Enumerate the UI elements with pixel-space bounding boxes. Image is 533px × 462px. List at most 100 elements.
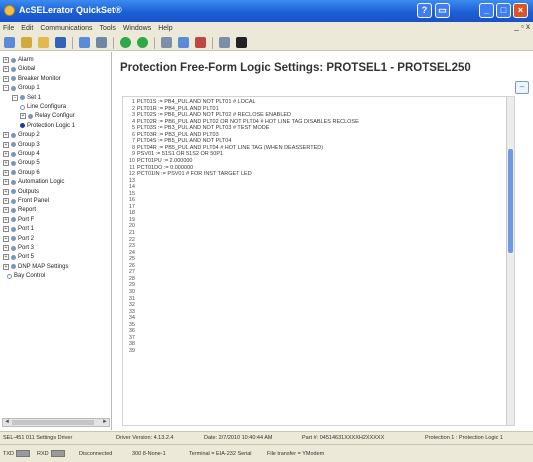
open-icon[interactable] [4,37,15,48]
code-line[interactable]: 35 [123,322,137,328]
floppy-icon[interactable] [55,37,66,48]
code-line[interactable]: 15 [123,191,137,197]
code-line[interactable]: 11 PCT01DO := 0.000000 [123,165,193,171]
receive-icon[interactable] [195,37,206,48]
code-line[interactable]: 17 [123,204,137,210]
expand-icon[interactable]: + [3,57,9,63]
send-icon[interactable] [178,37,189,48]
code-line[interactable]: 22 [123,237,137,243]
settings-icon[interactable] [161,37,172,48]
menu-item-help[interactable]: Help [158,25,172,32]
tree-item-global[interactable]: + Global [3,65,35,73]
code-line[interactable]: 34 [123,315,137,321]
expand-icon[interactable]: + [3,263,9,270]
tree-item-bay-control[interactable]: Bay Control [7,272,45,280]
tree-item-port-1[interactable]: + Port 1 [3,225,34,233]
tree-item-group-5[interactable]: + Group 5 [3,159,40,167]
expand-icon[interactable]: + [3,198,9,204]
code-line[interactable]: 16 [123,197,137,203]
tree-item-set-1[interactable]: − Set 1 [12,94,41,102]
code-line[interactable]: 1 PLT01S := PB4_PUL AND NOT PLT01 # LOCAL [123,99,256,105]
tree-item-protection-logic-1[interactable]: Protection Logic 1 [20,122,75,130]
expand-icon[interactable]: + [3,245,9,251]
code-line[interactable]: 36 [123,328,137,334]
expand-icon[interactable]: + [3,160,9,167]
expand-icon[interactable]: + [3,151,9,157]
menu-item-edit[interactable]: Edit [21,25,33,32]
expand-icon[interactable]: + [3,235,9,242]
code-line[interactable]: 3 PLT02S := PB6_PUL AND NOT PLT02 # RECLO… [123,112,291,118]
scroll-right-icon[interactable]: ► [101,419,109,426]
menu-item-communications[interactable]: Communications [40,25,92,32]
folder-icon[interactable] [38,37,49,48]
minimize-button[interactable]: _ [479,3,494,18]
expand-icon[interactable]: + [3,132,9,139]
mdi-controls[interactable]: _ ▫ x [514,22,530,31]
code-line[interactable]: 5 PLT03S := PB3_PUL AND NOT PLT03 # TEST … [123,125,269,131]
expand-icon[interactable]: + [3,254,9,261]
expand-icon[interactable]: + [3,179,9,186]
save-icon[interactable] [21,37,32,48]
scroll-left-icon[interactable]: ◄ [3,419,11,426]
code-line[interactable]: 2 PLT01R := PB4_PUL AND PLT01 [123,106,219,112]
tree-item-group-3[interactable]: + Group 3 [3,141,40,149]
code-line[interactable]: 25 [123,256,137,262]
expand-icon[interactable]: + [20,113,26,120]
code-line[interactable]: 21 [123,230,137,236]
tree-item-group-6[interactable]: + Group 6 [3,169,40,177]
tree-item-front-panel[interactable]: + Front Panel [3,197,49,205]
code-line[interactable]: 7 PLT04S := PB5_PUL AND NOT PLT04 [123,138,231,144]
code-line[interactable]: 10 PCT01PU := 2.000000 [123,158,193,164]
menu-item-tools[interactable]: Tools [99,25,115,32]
tree-item-group-2[interactable]: + Group 2 [3,131,40,139]
expand-icon[interactable]: + [3,207,9,214]
expand-icon[interactable]: + [3,169,9,176]
tree-item-port-3[interactable]: + Port 3 [3,244,34,252]
code-line[interactable]: 19 [123,217,137,223]
expand-icon[interactable]: + [3,188,9,195]
tree-item-group-1[interactable]: − Group 1 [3,84,40,92]
collapse-icon[interactable]: − [12,94,18,101]
code-line[interactable]: 31 [123,296,137,302]
close-button[interactable]: × [513,3,528,18]
connect-icon[interactable] [219,37,230,48]
code-line[interactable]: 32 [123,302,137,308]
tree-item-port-2[interactable]: + Port 2 [3,235,34,243]
editor-vertical-scrollbar[interactable] [506,97,514,425]
code-line[interactable]: 14 [123,184,137,190]
expand-icon[interactable]: + [3,226,9,233]
tree-item-group-4[interactable]: + Group 4 [3,150,40,158]
expand-icon[interactable]: + [3,141,9,148]
tree-item-relay-configur[interactable]: + Relay Configur [20,112,75,120]
code-line[interactable]: 12 PCT01IN := PSV01 # FOR INST TARGET LED [123,171,252,177]
code-line[interactable]: 23 [123,243,137,249]
code-line[interactable]: 37 [123,335,137,341]
code-line[interactable]: 13 [123,178,137,184]
terminal-icon[interactable] [236,37,247,48]
code-line[interactable]: 26 [123,263,137,269]
refresh-icon[interactable] [79,37,90,48]
scrollbar-thumb[interactable] [12,420,94,425]
tree-item-line-configura[interactable]: Line Configura [20,103,66,111]
code-line[interactable]: 8 PLT04R := PB5_PUL AND PLT04 # HOT LINE … [123,145,323,151]
green-dot-icon[interactable] [120,37,131,48]
code-line[interactable]: 39 [123,348,137,354]
menu-item-windows[interactable]: Windows [123,25,151,32]
code-line[interactable]: 18 [123,210,137,216]
code-line[interactable]: 38 [123,341,137,347]
tree-horizontal-scrollbar[interactable]: ◄ ► [2,418,110,427]
maximize-button[interactable]: □ [496,3,511,18]
menu-item-file[interactable]: File [3,25,14,32]
tree-item-report[interactable]: + Report [3,206,36,214]
code-line[interactable]: 27 [123,269,137,275]
tree-item-dnp-map-settings[interactable]: + DNP MAP Settings [3,263,68,271]
code-line[interactable]: 24 [123,250,137,256]
window-help-icon[interactable]: ? [417,3,432,18]
window-tile-icon[interactable]: ▭ [435,3,450,18]
expand-panel-button[interactable]: – [515,81,529,94]
code-line[interactable]: 30 [123,289,137,295]
expand-icon[interactable]: + [3,75,9,82]
code-line[interactable]: 4 PLT02R := PB6_PUL AND PLT02 OR NOT PLT0… [123,119,359,125]
code-line[interactable]: 28 [123,276,137,282]
code-line[interactable]: 29 [123,282,137,288]
